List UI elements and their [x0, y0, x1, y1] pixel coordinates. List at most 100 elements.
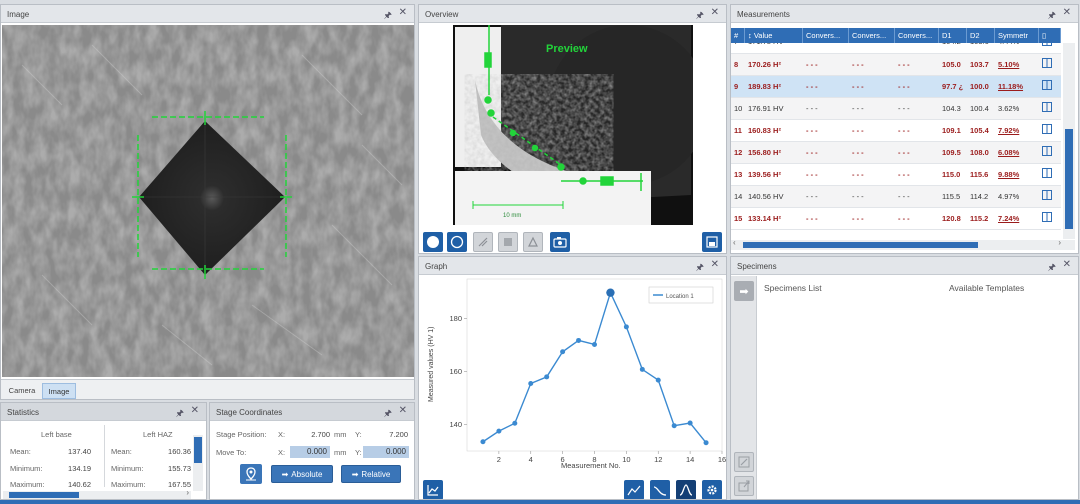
measurements-vscrollbar[interactable]	[1063, 43, 1075, 239]
circle-tool-button[interactable]	[423, 232, 443, 252]
measurement-row[interactable]: 15 133.14 H² - - -- - -- - -120.8 115.2 7.24…	[731, 207, 1061, 230]
x-tick-label: 2	[497, 455, 501, 464]
col-header-conversion-1[interactable]: Convers...	[803, 28, 849, 43]
y-label: Y:	[355, 448, 362, 457]
row-report-icon[interactable]	[1039, 119, 1061, 142]
pin-icon[interactable]: 🖈︎	[1048, 260, 1056, 276]
measurements-hscrollbar[interactable]: ‹ ›	[731, 238, 1075, 250]
trend-view-button[interactable]	[624, 480, 644, 499]
row-report-icon[interactable]	[1039, 75, 1061, 98]
diagonal-line-icon	[478, 237, 488, 247]
pin-icon[interactable]: 🖈︎	[696, 8, 704, 24]
row-report-icon[interactable]	[1039, 53, 1061, 76]
col-header-d1[interactable]: D1	[939, 28, 967, 43]
measurement-row[interactable]: 7171.78 HV- - -- - -- - -104.2103.64.44%	[731, 43, 1061, 54]
relative-move-button[interactable]: ➡ Relative	[341, 465, 401, 483]
polygon-tool-button[interactable]	[523, 232, 543, 252]
data-point[interactable]	[528, 381, 534, 387]
absolute-move-button[interactable]: ➡ Absolute	[271, 465, 333, 483]
data-point[interactable]	[544, 374, 550, 380]
col-header-symmetry[interactable]: Symmetr	[995, 28, 1039, 43]
pin-icon[interactable]: 🖈︎	[384, 8, 392, 24]
overview-panel-header: Overview 🖈︎ ✕	[419, 5, 726, 23]
data-point[interactable]	[496, 428, 502, 434]
close-icon[interactable]: ✕	[1063, 259, 1071, 270]
curve-fit-button[interactable]	[650, 480, 670, 499]
data-point[interactable]	[480, 439, 486, 445]
row-symmetry: 4.44%	[995, 43, 1039, 54]
row-report-icon[interactable]	[1039, 97, 1061, 120]
graph-settings-button[interactable]	[702, 480, 722, 499]
specimens-sidebar: ➡	[731, 276, 757, 499]
row-number: 10	[731, 97, 745, 120]
row-report-icon[interactable]	[1039, 207, 1061, 230]
close-icon[interactable]: ✕	[399, 7, 407, 18]
row-report-icon[interactable]	[1039, 163, 1061, 186]
tab-camera[interactable]: Camera	[4, 383, 40, 398]
pin-icon[interactable]: 🖈︎	[1048, 8, 1056, 24]
ring-tool-button[interactable]	[447, 232, 467, 252]
edit-specimen-button[interactable]	[734, 452, 754, 472]
stats-hscrollbar[interactable]: ›	[3, 488, 191, 499]
row-conversion-2: - - -	[849, 53, 895, 76]
col-header-d2[interactable]: D2	[967, 28, 995, 43]
col-header-report[interactable]: ▯	[1039, 28, 1061, 43]
data-point[interactable]	[606, 288, 615, 297]
measurement-row[interactable]: 9 189.83 H² - - -- - -- - -97.7 ¿ 100.0 11.1…	[731, 75, 1061, 98]
col-header-number[interactable]: #	[731, 28, 745, 43]
data-point[interactable]	[512, 420, 518, 426]
data-point[interactable]	[655, 377, 661, 383]
data-point[interactable]	[639, 366, 645, 372]
overview-map[interactable]: Preview 10 mm	[453, 25, 693, 225]
data-point[interactable]	[576, 337, 582, 343]
pin-icon[interactable]: 🖈︎	[384, 406, 392, 422]
available-templates-label: Available Templates	[949, 283, 1025, 293]
move-x-input[interactable]: 0.000	[290, 446, 330, 458]
measurement-row[interactable]: 8 170.26 H² - - -- - -- - -105.0 103.7 5.10%	[731, 53, 1061, 76]
close-icon[interactable]: ✕	[711, 7, 719, 18]
export-specimen-button[interactable]	[734, 476, 754, 496]
measurement-row[interactable]: 13 139.56 H² - - -- - -- - -115.0 115.6 9.88…	[731, 163, 1061, 186]
data-point[interactable]	[560, 349, 566, 355]
col-header-value[interactable]: ↕ Value	[745, 28, 803, 43]
save-overview-button[interactable]	[702, 232, 722, 252]
data-point[interactable]	[687, 420, 693, 426]
row-conversion-2: - - -	[849, 119, 895, 142]
measurement-row[interactable]: 11 160.83 H² - - -- - -- - -109.1 105.4 7.92…	[731, 119, 1061, 142]
pin-icon[interactable]: 🖈︎	[696, 260, 704, 276]
measurement-row[interactable]: 14 140.56 HV - - -- - -- - -115.5 114.2 4.97…	[731, 185, 1061, 208]
close-icon[interactable]: ✕	[399, 405, 407, 416]
distribution-button[interactable]	[676, 480, 696, 499]
row-report-icon[interactable]	[1039, 185, 1061, 208]
chart-type-button[interactable]	[423, 480, 443, 499]
rectangle-tool-button[interactable]	[498, 232, 518, 252]
tab-image[interactable]: Image	[42, 383, 76, 399]
row-report-icon[interactable]	[1039, 141, 1061, 164]
row-conversion-3: - - -	[895, 53, 939, 76]
micrograph-image[interactable]	[2, 25, 414, 377]
row-report-icon[interactable]	[1039, 43, 1061, 54]
row-d1: 109.5	[939, 141, 967, 164]
line-tool-button[interactable]	[473, 232, 493, 252]
data-point[interactable]	[671, 423, 677, 429]
col-header-conversion-2[interactable]: Convers...	[849, 28, 895, 43]
col-header-conversion-3[interactable]: Convers...	[895, 28, 939, 43]
locate-position-button[interactable]	[240, 464, 262, 484]
stats-value: 140.62	[68, 480, 91, 489]
pin-icon[interactable]: 🖈︎	[176, 406, 184, 422]
close-icon[interactable]: ✕	[711, 259, 719, 270]
data-point[interactable]	[623, 324, 629, 330]
data-point[interactable]	[703, 440, 709, 446]
stats-vscrollbar[interactable]	[193, 435, 203, 491]
add-specimen-button[interactable]: ➡	[734, 281, 754, 301]
data-point[interactable]	[592, 341, 597, 347]
measurement-row[interactable]: 12 156.80 H² - - -- - -- - -109.5 108.0 6.08…	[731, 141, 1061, 164]
snapshot-button[interactable]	[550, 232, 570, 252]
hardness-line-chart[interactable]: Measured values (HV 1) Measurement No. L…	[419, 277, 727, 473]
row-d2: 103.6	[967, 43, 995, 54]
close-icon[interactable]: ✕	[191, 405, 199, 416]
row-value: 160.83 H²	[745, 119, 803, 142]
measurement-row[interactable]: 10 176.91 HV - - -- - -- - -104.3 100.4 3.62…	[731, 97, 1061, 120]
close-icon[interactable]: ✕	[1063, 7, 1071, 18]
move-y-input[interactable]: 0.000	[363, 446, 409, 458]
